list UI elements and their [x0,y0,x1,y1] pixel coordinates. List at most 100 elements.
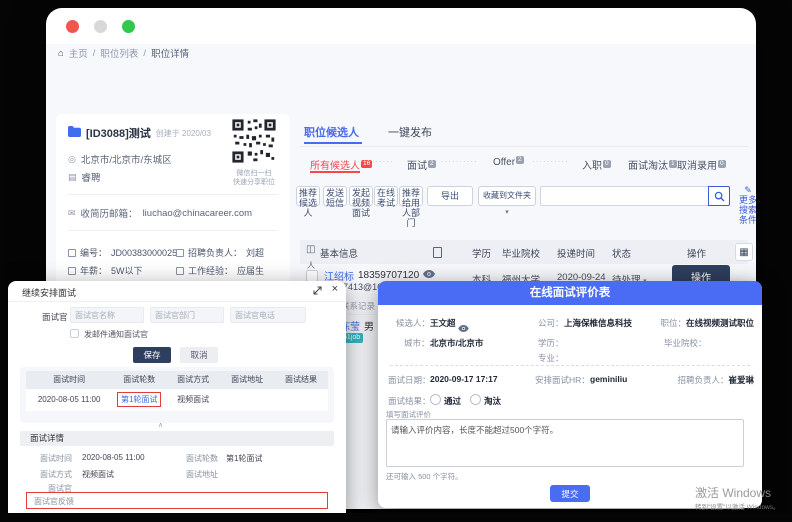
cell-interview-time: 2020-08-05 11:00 [26,389,112,411]
evaluation-textarea[interactable] [386,419,744,467]
subtab-badge: 2 [428,160,436,168]
col-interview-address: 面试地址 [220,371,274,389]
window-close-dot[interactable] [66,20,79,33]
select-all-contact-icon[interactable]: ◫ [306,244,315,255]
subtab-cancel-hire[interactable]: 取消录用0 [677,157,726,172]
recruiter-label: 招聘负责人： [188,246,242,259]
recruiter-icon [176,249,184,257]
interviewer-name-input[interactable] [70,307,144,323]
subtab-interview-fail[interactable]: 面试淘汰1 [628,157,677,172]
recommend-to-dept-button[interactable]: 推荐给用人部门 [399,186,423,206]
export-button[interactable]: 导出 [427,186,473,206]
job-id-label: 编号： [80,246,107,259]
send-sms-button[interactable]: 发送短信 [323,186,347,206]
eye-icon[interactable] [423,270,435,281]
cell-interview-round[interactable]: 第1轮面试 [112,389,166,411]
cell-interview-address [220,389,274,411]
windows-activation-watermark: 激活 Windows 转到“设置”以激活 Windows。 [695,484,780,511]
column-settings-button[interactable]: ▦ [735,243,753,261]
interview-date-value: 2020-09-17 17:17 [430,374,498,384]
cell-interview-mode: 视频面试 [166,389,220,411]
online-exam-button[interactable]: 在线考试 [374,186,398,206]
detail-mode-label: 面试方式 [40,469,72,480]
salary-value: 5W以下 [111,264,143,277]
dialog-title: 继续安排面试 [22,286,76,299]
radio-fail[interactable] [470,394,481,405]
qr-code [231,118,277,164]
breadcrumb: ⌂ 主页 / 职位列表 / 职位详情 [46,44,756,62]
interviewer-phone-input[interactable] [230,307,306,323]
experience-label: 工作经验： [188,264,233,277]
job-id-icon [68,249,76,257]
breadcrumb-separator: / [93,48,96,59]
folder-icon [68,124,81,142]
expand-icon[interactable] [313,286,322,297]
company-icon: ▤ [68,172,77,183]
col-applied-time: 投递时间 [557,246,595,260]
close-icon[interactable]: × [332,283,338,295]
result-fail-option[interactable]: 淘汰 [470,394,501,407]
breadcrumb-home[interactable]: 主页 [69,46,88,60]
col-school: 毕业院校 [502,246,540,260]
qr-caption-1: 微信扫一扫 [226,169,282,178]
home-icon: ⌂ [58,48,64,59]
candidate-search-input[interactable] [540,186,730,206]
start-video-interview-button[interactable]: 发起视频面试 [349,186,373,206]
col-interview-result: 面试结果 [274,371,328,389]
result-pass-option[interactable]: 通过 [430,394,461,407]
subtab-onboard[interactable]: 入职0 [582,157,611,172]
subtab-offer[interactable]: Offer2 [493,157,524,168]
salary-icon [68,267,76,275]
detail-round-label: 面试轮数 [186,453,218,464]
subtab-collapsed-group[interactable]: ·········· [532,157,569,166]
company-label: 公司： [538,317,564,329]
recommend-candidate-button[interactable]: 推荐候选人 [296,186,320,206]
subtab-collapsed-group[interactable]: ·········· [357,157,394,166]
subtab-interview[interactable]: 面试2 [407,157,436,172]
submit-button[interactable]: 提交 [550,485,590,502]
owner-pair: 招聘负责人：崔爱琳 [677,374,754,386]
window-minimize-dot[interactable] [94,20,107,33]
breadcrumb-joblist[interactable]: 职位列表 [100,46,138,60]
search-button[interactable] [708,186,730,206]
subtab-badge: 0 [603,160,611,168]
candidate-phone: 18359707120 [358,270,419,281]
interview-rounds-section: 面试时间 面试轮数 面试方式 面试地址 面试结果 2020-08-05 11:0… [20,367,334,423]
search-icon [714,191,725,202]
job-company: 睿聘 [82,170,101,184]
arranged-hr-value: geminiliu [590,374,627,384]
candidate-label: 候选人： [396,317,430,329]
qr-block: 微信扫一扫 快速分享职位 [226,118,282,187]
subtab-collapsed-group[interactable]: ·········· [441,157,478,166]
remaining-chars: 还可输入 500 个字符。 [386,471,463,482]
tab-candidates[interactable]: 职位候选人 [304,124,359,140]
col-action: 操作 [687,246,706,260]
collapse-rounds-icon[interactable]: ∧ [158,421,163,429]
notify-checkbox[interactable] [70,329,79,338]
eye-icon[interactable] [458,319,469,337]
detail-time-label: 面试时间 [40,453,72,464]
resume-email: liuchao@chinacareer.com [143,208,252,219]
salary-label: 年薪： [80,264,107,277]
interview-date-label: 面试日期： [388,374,431,386]
col-interview-round: 面试轮数 [112,371,166,389]
experience-icon [176,267,184,275]
radio-pass[interactable] [430,394,441,405]
more-search-conditions[interactable]: ✎ 更多搜索条件 [737,185,756,225]
detail-round-value: 第1轮面试 [226,453,262,464]
detail-time-value: 2020-08-05 11:00 [82,453,145,462]
cancel-button[interactable]: 取消 [180,347,218,363]
mail-icon: ✉ [68,208,76,219]
notify-label: 发邮件通知面试官 [84,329,148,340]
dialog-title: 在线面试评价表 [378,281,762,305]
save-button[interactable]: 保存 [133,347,171,363]
arranged-hr-label: 安排面试HR： [535,374,590,386]
job-location: 北京市/北京市/东城区 [81,152,172,166]
resume-email-label: 收简历邮箱： [81,206,138,220]
favorite-folder-dropdown[interactable]: 收藏到文件夹 ▾ [478,186,536,206]
interview-evaluation-dialog: 在线面试评价表 候选人： 王文超 公司： 上海保椎信息科技 职位：在线视频测试职… [378,281,762,508]
tab-one-click-publish[interactable]: 一键发布 [388,124,432,140]
experience-value: 应届生 [237,264,264,277]
window-maximize-dot[interactable] [122,20,135,33]
interviewer-dept-input[interactable] [150,307,224,323]
